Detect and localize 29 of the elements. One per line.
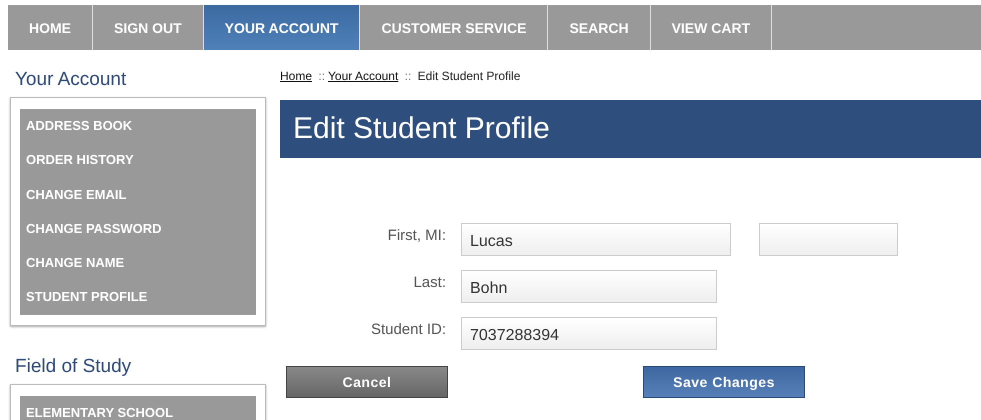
sidebar-link[interactable]: CHANGE PASSWORD	[26, 212, 250, 246]
field-label: First, MI:	[386, 226, 446, 244]
breadcrumb-link[interactable]: Your Account	[328, 69, 398, 83]
input-field[interactable]: 7037288394	[461, 317, 717, 350]
field-label: Student ID:	[370, 320, 446, 338]
breadcrumb-link[interactable]: Home	[280, 69, 312, 83]
sidebar-heading: Your Account	[15, 69, 128, 91]
sidebar-link[interactable]: STUDENT PROFILE	[26, 280, 250, 315]
input-field[interactable]: Bohn	[461, 270, 717, 303]
page-title-banner: Edit Student Profile	[280, 100, 981, 158]
nav-tab[interactable]: CUSTOMER SERVICE	[360, 5, 548, 50]
input-field[interactable]	[759, 223, 898, 256]
cancel-button[interactable]: Cancel	[286, 366, 448, 398]
sidebar-link[interactable]: CHANGE NAME	[26, 246, 250, 280]
breadcrumb-separator: ::	[318, 69, 326, 83]
breadcrumb-separator: ::	[404, 69, 412, 83]
field-label: Last:	[412, 273, 446, 291]
breadcrumb-current: Edit Student Profile	[418, 69, 520, 83]
nav-tab[interactable]: YOUR ACCOUNT	[204, 5, 360, 50]
input-field[interactable]: Lucas	[461, 223, 731, 256]
sidebar-heading: Field of Study	[15, 356, 132, 378]
nav-tab[interactable]: VIEW CART	[650, 5, 772, 50]
nav-tab[interactable]: SEARCH	[548, 5, 651, 50]
nav-tab[interactable]: SIGN OUT	[93, 5, 204, 50]
sidebar-link[interactable]: ADDRESS BOOK	[26, 109, 250, 144]
save-button[interactable]: Save Changes	[643, 366, 805, 398]
sidebar-link[interactable]: ORDER HISTORY	[26, 143, 250, 178]
nav-tab[interactable]: HOME	[8, 5, 93, 50]
sidebar-link[interactable]: CHANGE EMAIL	[26, 178, 250, 212]
